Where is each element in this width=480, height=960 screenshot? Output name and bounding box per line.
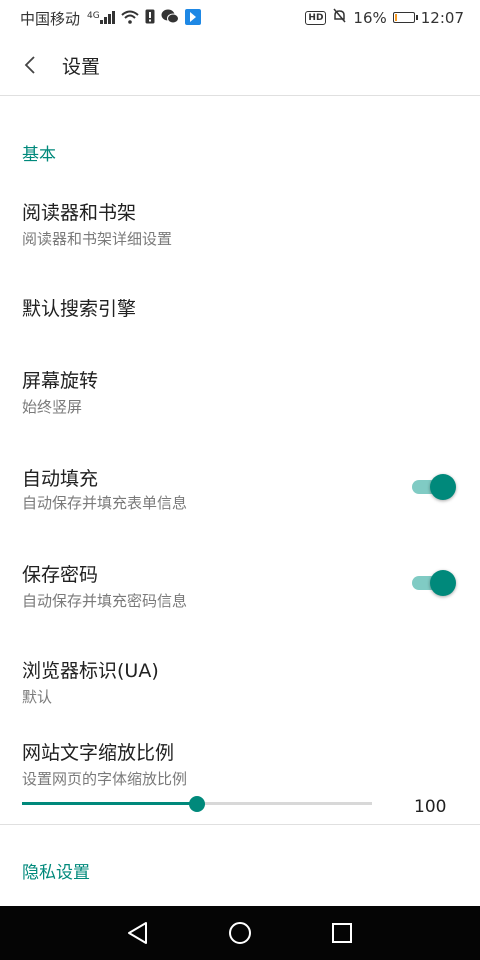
back-button[interactable] xyxy=(14,48,48,82)
recents-square-icon xyxy=(332,923,352,943)
setting-title: 浏览器标识(UA) xyxy=(22,660,159,682)
setting-subtitle: 设置网页的字体缩放比例 xyxy=(22,770,188,788)
page-title: 设置 xyxy=(62,56,101,78)
setting-autofill[interactable]: 自动填充 自动保存并填充表单信息 xyxy=(0,448,480,532)
system-nav-bar xyxy=(0,906,480,960)
toggle-thumb xyxy=(430,474,456,500)
nav-recents-button[interactable] xyxy=(326,918,358,948)
status-bar-left: 中国移动 4G xyxy=(20,8,201,29)
hd-icon: HD xyxy=(305,10,327,25)
setting-default-search-engine[interactable]: 默认搜索引擎 xyxy=(0,270,480,346)
app-notification-icon xyxy=(184,8,201,29)
setting-save-password[interactable]: 保存密码 自动保存并填充密码信息 xyxy=(0,546,480,630)
setting-title: 默认搜索引擎 xyxy=(22,298,137,320)
mute-bell-icon xyxy=(332,8,347,27)
carrier-label: 中国移动 xyxy=(20,10,81,28)
wechat-icon xyxy=(161,9,179,28)
section-header-privacy[interactable]: 隐私设置 xyxy=(22,858,90,883)
setting-subtitle: 阅读器和书架详细设置 xyxy=(22,230,173,248)
setting-title: 自动填充 xyxy=(22,468,99,490)
app-header: 设置 xyxy=(0,34,480,96)
nav-home-button[interactable] xyxy=(224,918,256,948)
setting-subtitle: 自动保存并填充表单信息 xyxy=(22,494,188,512)
back-triangle-icon xyxy=(128,922,147,944)
setting-subtitle: 始终竖屏 xyxy=(22,398,83,416)
setting-screen-rotation[interactable]: 屏幕旋转 始终竖屏 xyxy=(0,350,480,434)
save-password-toggle[interactable] xyxy=(410,568,456,598)
status-bar-right: HD 16% 12:07 xyxy=(305,8,464,27)
setting-title: 阅读器和书架 xyxy=(22,202,137,224)
status-bar: 中国移动 4G HD 16% 12:07 xyxy=(0,0,480,34)
battery-icon xyxy=(392,12,418,23)
text-zoom-value: 100 xyxy=(414,797,447,817)
text-zoom-slider[interactable] xyxy=(22,795,372,813)
slider-active-track xyxy=(22,802,197,805)
setting-title: 保存密码 xyxy=(22,564,99,586)
setting-text-zoom: 网站文字缩放比例 设置网页的字体缩放比例 xyxy=(0,726,480,788)
section-divider xyxy=(0,824,480,825)
setting-subtitle: 自动保存并填充密码信息 xyxy=(22,592,188,610)
setting-reader-bookshelf[interactable]: 阅读器和书架 阅读器和书架详细设置 xyxy=(0,182,480,266)
setting-title: 屏幕旋转 xyxy=(22,370,99,392)
chevron-left-icon xyxy=(24,56,35,74)
autofill-toggle[interactable] xyxy=(410,472,456,502)
home-circle-icon xyxy=(229,922,251,944)
nav-back-button[interactable] xyxy=(122,918,154,948)
wifi-icon xyxy=(121,10,139,28)
setting-subtitle: 默认 xyxy=(22,688,53,706)
slider-thumb[interactable] xyxy=(189,796,205,812)
section-header-basic: 基本 xyxy=(22,145,56,165)
clock: 12:07 xyxy=(420,8,464,27)
sim-alert-icon xyxy=(145,9,155,28)
setting-user-agent[interactable]: 浏览器标识(UA) 默认 xyxy=(0,642,480,726)
network-type: 4G xyxy=(87,10,100,21)
toggle-thumb xyxy=(430,570,456,596)
signal-bars xyxy=(99,10,115,24)
signal-icon: 4G xyxy=(86,10,115,28)
battery-fill xyxy=(394,14,398,21)
battery-percent: 16% xyxy=(353,8,387,27)
setting-title: 网站文字缩放比例 xyxy=(22,742,175,764)
